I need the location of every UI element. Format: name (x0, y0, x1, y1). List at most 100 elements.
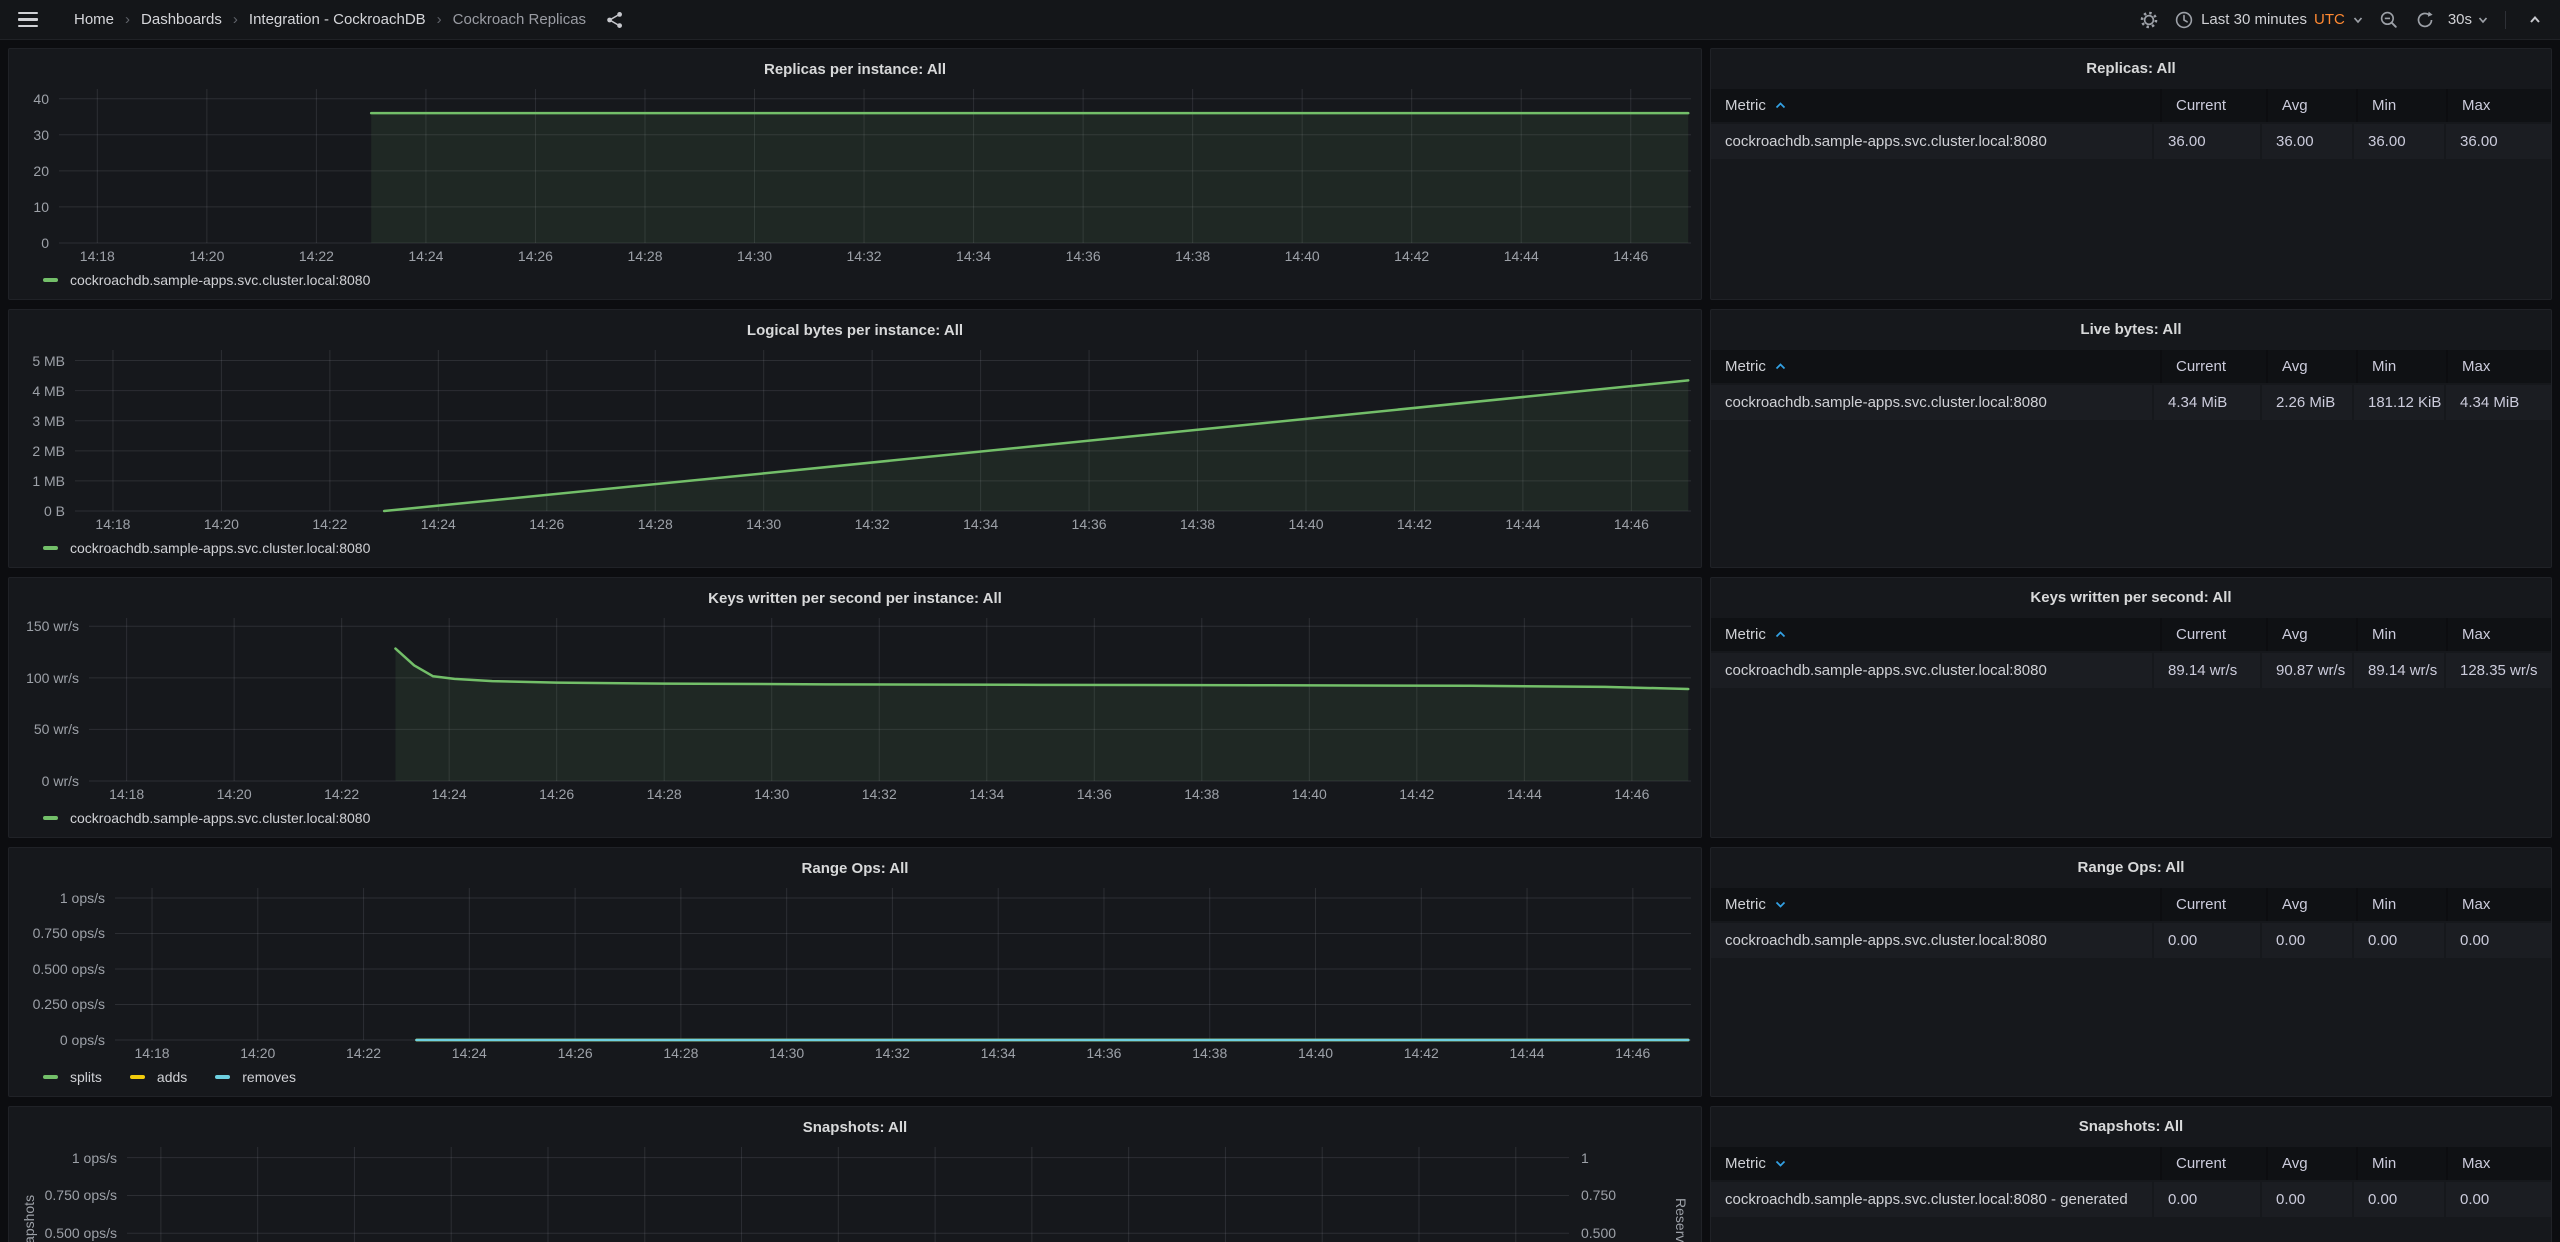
column-header-min[interactable]: Min (2356, 1147, 2446, 1180)
x-axis-tick-label: 14:46 (1615, 1045, 1650, 1061)
x-axis-tick-label: 14:26 (518, 248, 553, 264)
legend-item[interactable]: removes (215, 1069, 296, 1085)
toolbar-divider (2505, 11, 2506, 29)
x-axis-tick-label: 14:18 (134, 1045, 169, 1061)
x-axis-tick-label: 14:32 (875, 1045, 910, 1061)
x-axis-tick-label: 14:34 (969, 786, 1004, 802)
legend-label: splits (70, 1069, 102, 1085)
column-header-label: Avg (2282, 896, 2308, 913)
column-header-min[interactable]: Min (2356, 350, 2446, 383)
chart-plot[interactable] (115, 888, 1691, 1040)
column-header-label: Min (2372, 97, 2396, 114)
table-cell-metric: cockroachdb.sample-apps.svc.cluster.loca… (1711, 124, 2152, 159)
column-header-label: Metric (1725, 97, 1766, 114)
y-axis-tick-label: 1 ops/s (19, 890, 105, 906)
column-header-max[interactable]: Max (2446, 1147, 2551, 1180)
x-axis-tick-label: 14:26 (539, 786, 574, 802)
panel-logical-bytes-chart: Logical bytes per instance: All 5 MB4 MB… (8, 309, 1702, 568)
column-header-current[interactable]: Current (2160, 1147, 2266, 1180)
legend-series-color (130, 1075, 145, 1079)
y-axis-tick-label: 20 (19, 163, 49, 179)
gear-icon (2139, 10, 2159, 30)
breadcrumb-item-home[interactable]: Home (74, 11, 114, 28)
zoom-out-time-button[interactable] (2374, 6, 2404, 34)
x-axis-tick-label: 14:34 (981, 1045, 1016, 1061)
legend-label: cockroachdb.sample-apps.svc.cluster.loca… (70, 810, 370, 826)
table-body: cockroachdb.sample-apps.svc.cluster.loca… (1711, 124, 2551, 161)
column-header-min[interactable]: Min (2356, 888, 2446, 921)
share-icon[interactable] (600, 6, 630, 34)
column-header-metric[interactable]: Metric (1711, 618, 2160, 651)
legend-item[interactable]: splits (43, 1069, 102, 1085)
right-y-axis-tick-label: 1 (1581, 1150, 1641, 1166)
column-header-current[interactable]: Current (2160, 350, 2266, 383)
refresh-button[interactable] (2410, 6, 2440, 34)
sort-ascending-icon (1775, 362, 1786, 371)
x-axis-tick-label: 14:28 (627, 248, 662, 264)
column-header-avg[interactable]: Avg (2266, 618, 2356, 651)
legend-item[interactable]: cockroachdb.sample-apps.svc.cluster.loca… (43, 540, 370, 556)
column-header-avg[interactable]: Avg (2266, 888, 2356, 921)
column-header-max[interactable]: Max (2446, 350, 2551, 383)
x-axis-tick-label: 14:28 (663, 1045, 698, 1061)
column-header-current[interactable]: Current (2160, 888, 2266, 921)
legend-item[interactable]: adds (130, 1069, 187, 1085)
chart-canvas (75, 350, 1691, 511)
x-axis-tick-label: 14:24 (408, 248, 443, 264)
chart-legend: cockroachdb.sample-apps.svc.cluster.loca… (19, 805, 1691, 831)
table-header-row: MetricCurrent Avg MinMax (1711, 350, 2551, 383)
chart-plot[interactable] (59, 89, 1691, 243)
column-header-label: Metric (1725, 626, 1766, 643)
table-cell-max: 128.35 wr/s (2446, 653, 2551, 688)
y-axis-tick-label: 40 (19, 91, 49, 107)
time-range-picker[interactable]: Last 30 minutes UTC (2170, 10, 2368, 30)
breadcrumb-item-dashboards[interactable]: Dashboards (141, 11, 222, 28)
chart-plot[interactable] (75, 350, 1691, 511)
column-header-max[interactable]: Max (2446, 89, 2551, 122)
column-header-metric[interactable]: Metric (1711, 1147, 2160, 1180)
column-header-avg[interactable]: Avg (2266, 89, 2356, 122)
column-header-current[interactable]: Current (2160, 89, 2266, 122)
legend-series-color (215, 1075, 230, 1079)
dashboard-settings-button[interactable] (2134, 6, 2164, 34)
column-header-metric[interactable]: Metric (1711, 89, 2160, 122)
chart-canvas (127, 1147, 1569, 1242)
column-header-label: Min (2372, 896, 2396, 913)
x-axis-tick-label: 14:40 (1292, 786, 1327, 802)
panel-title: Keys written per second: All (1711, 578, 2551, 618)
column-header-avg[interactable]: Avg (2266, 350, 2356, 383)
x-axis-tick-label: 14:42 (1394, 248, 1429, 264)
table-body: cockroachdb.sample-apps.svc.cluster.loca… (1711, 385, 2551, 422)
legend-item[interactable]: cockroachdb.sample-apps.svc.cluster.loca… (43, 810, 370, 826)
column-header-metric[interactable]: Metric (1711, 350, 2160, 383)
chart-plot[interactable] (89, 618, 1691, 781)
column-header-label: Current (2176, 97, 2226, 114)
y-axis-tick-label: 150 wr/s (19, 618, 79, 634)
column-header-min[interactable]: Min (2356, 89, 2446, 122)
legend-series-color (43, 546, 58, 550)
chart-plot[interactable] (127, 1147, 1569, 1242)
panel-replicas-table: Replicas: All MetricCurrentAvgMinMax coc… (1710, 48, 2552, 300)
panel-replicas-per-instance-chart: Replicas per instance: All 403020100 14:… (8, 48, 1702, 300)
x-axis-labels-inner: 14:1814:2014:2214:2414:2614:2814:3014:32… (89, 781, 1691, 805)
legend-item[interactable]: cockroachdb.sample-apps.svc.cluster.loca… (43, 272, 370, 288)
column-header-metric[interactable]: Metric (1711, 888, 2160, 921)
x-axis-tick-label: 14:44 (1507, 786, 1542, 802)
menu-icon[interactable] (18, 6, 52, 34)
column-header-label: Avg (2282, 358, 2308, 375)
column-header-current[interactable]: Current (2160, 618, 2266, 651)
x-axis-tick-label: 14:30 (754, 786, 789, 802)
chart-canvas (89, 618, 1691, 781)
breadcrumb-item-integration-cockroachdb[interactable]: Integration - CockroachDB (249, 11, 426, 28)
column-header-max[interactable]: Max (2446, 888, 2551, 921)
chart-legend: cockroachdb.sample-apps.svc.cluster.loca… (19, 535, 1691, 561)
column-header-min[interactable]: Min (2356, 618, 2446, 651)
refresh-interval-picker[interactable]: 30s (2446, 11, 2491, 28)
collapse-toolbar-button[interactable] (2520, 6, 2550, 34)
breadcrumb-separator: › (426, 11, 453, 28)
column-header-max[interactable]: Max (2446, 618, 2551, 651)
x-axis-tick-label: 14:26 (558, 1045, 593, 1061)
column-header-avg[interactable]: Avg (2266, 1147, 2356, 1180)
breadcrumb: Home›Dashboards›Integration - CockroachD… (74, 11, 586, 28)
column-header-label: Min (2372, 626, 2396, 643)
